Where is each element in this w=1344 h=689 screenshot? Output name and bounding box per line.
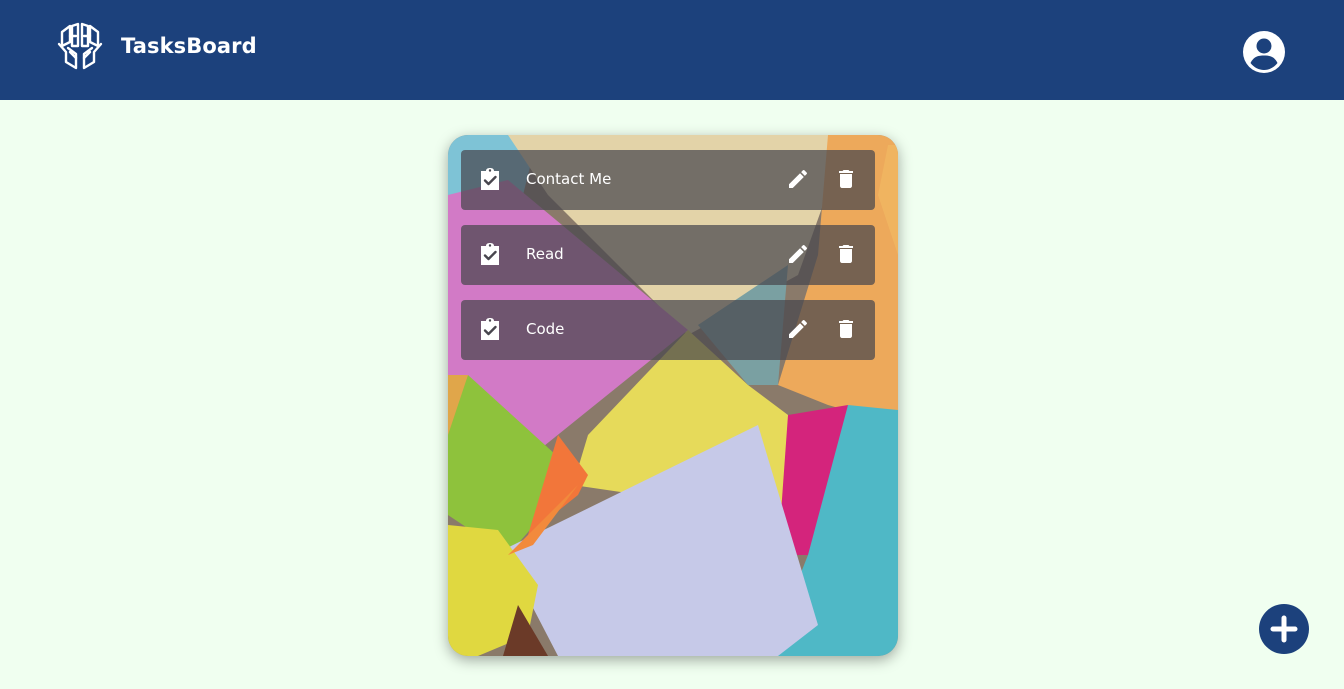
pencil-icon[interactable] [786, 242, 810, 266]
account-circle-icon[interactable] [1242, 30, 1286, 74]
plus-icon [1270, 615, 1298, 643]
app-title: TasksBoard [121, 34, 257, 58]
task-label: Code [526, 320, 565, 338]
clipboard-check-icon [481, 168, 499, 190]
clipboard-check-icon [481, 318, 499, 340]
trash-icon[interactable] [834, 167, 858, 191]
task-label: Read [526, 245, 564, 263]
trash-icon[interactable] [834, 317, 858, 341]
clipboard-check-icon [481, 243, 499, 265]
trash-icon[interactable] [834, 242, 858, 266]
top-app-bar: TasksBoard [0, 0, 1344, 100]
pencil-icon[interactable] [786, 167, 810, 191]
pencil-icon[interactable] [786, 317, 810, 341]
add-task-button[interactable] [1259, 604, 1309, 654]
task-label: Contact Me [526, 170, 612, 188]
hands-brain-logo-icon [57, 22, 103, 70]
task-item[interactable]: Contact Me [461, 150, 875, 210]
brand[interactable]: TasksBoard [56, 22, 257, 70]
task-board: Contact Me Read Code [448, 135, 898, 656]
task-item[interactable]: Code [461, 300, 875, 360]
task-list: Contact Me Read Code [461, 150, 875, 375]
task-item[interactable]: Read [461, 225, 875, 285]
